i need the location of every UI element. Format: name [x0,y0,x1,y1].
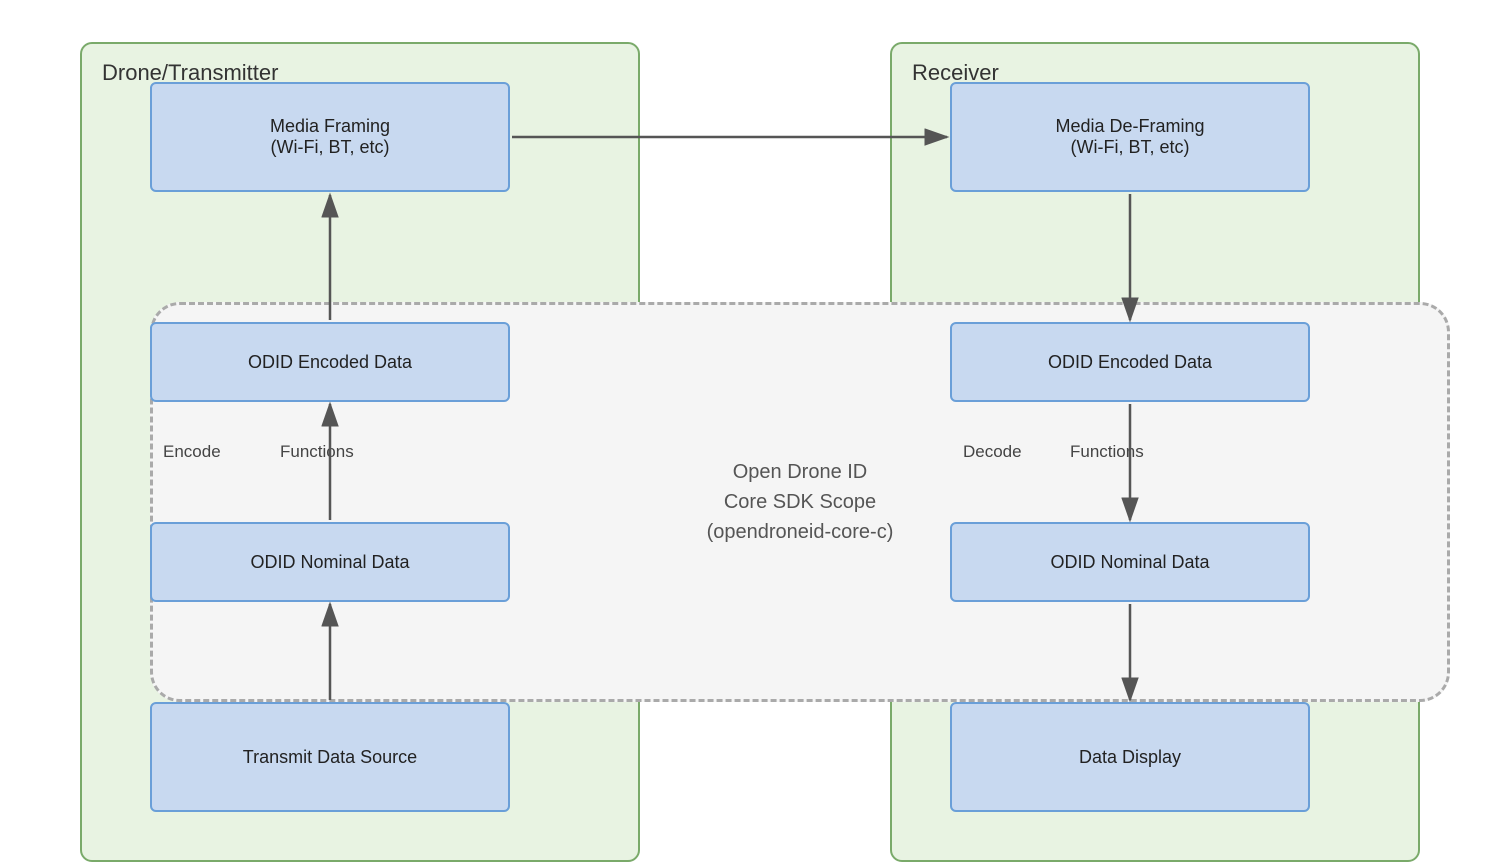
odid-nominal-left-label: ODID Nominal Data [250,552,409,573]
odid-nominal-left-box: ODID Nominal Data [150,522,510,602]
right-functions-label: Functions [1070,442,1144,462]
media-deframing-box: Media De-Framing(Wi-Fi, BT, etc) [950,82,1310,192]
decode-label: Decode [963,442,1022,462]
transmit-source-label: Transmit Data Source [243,747,417,768]
encode-label: Encode [163,442,221,462]
data-display-label: Data Display [1079,747,1181,768]
diagram-container: Drone/Transmitter Receiver Open Drone ID… [50,22,1450,842]
odid-encoded-left-label: ODID Encoded Data [248,352,412,373]
odid-encoded-left-box: ODID Encoded Data [150,322,510,402]
odid-nominal-right-label: ODID Nominal Data [1050,552,1209,573]
odid-encoded-right-box: ODID Encoded Data [950,322,1310,402]
odid-nominal-right-box: ODID Nominal Data [950,522,1310,602]
sdk-scope-label: Open Drone ID Core SDK Scope (opendronei… [707,457,894,547]
transmit-source-box: Transmit Data Source [150,702,510,812]
left-functions-label: Functions [280,442,354,462]
media-deframing-label: Media De-Framing(Wi-Fi, BT, etc) [1055,116,1204,158]
media-framing-box: Media Framing(Wi-Fi, BT, etc) [150,82,510,192]
media-framing-label: Media Framing(Wi-Fi, BT, etc) [270,116,390,158]
odid-encoded-right-label: ODID Encoded Data [1048,352,1212,373]
data-display-box: Data Display [950,702,1310,812]
